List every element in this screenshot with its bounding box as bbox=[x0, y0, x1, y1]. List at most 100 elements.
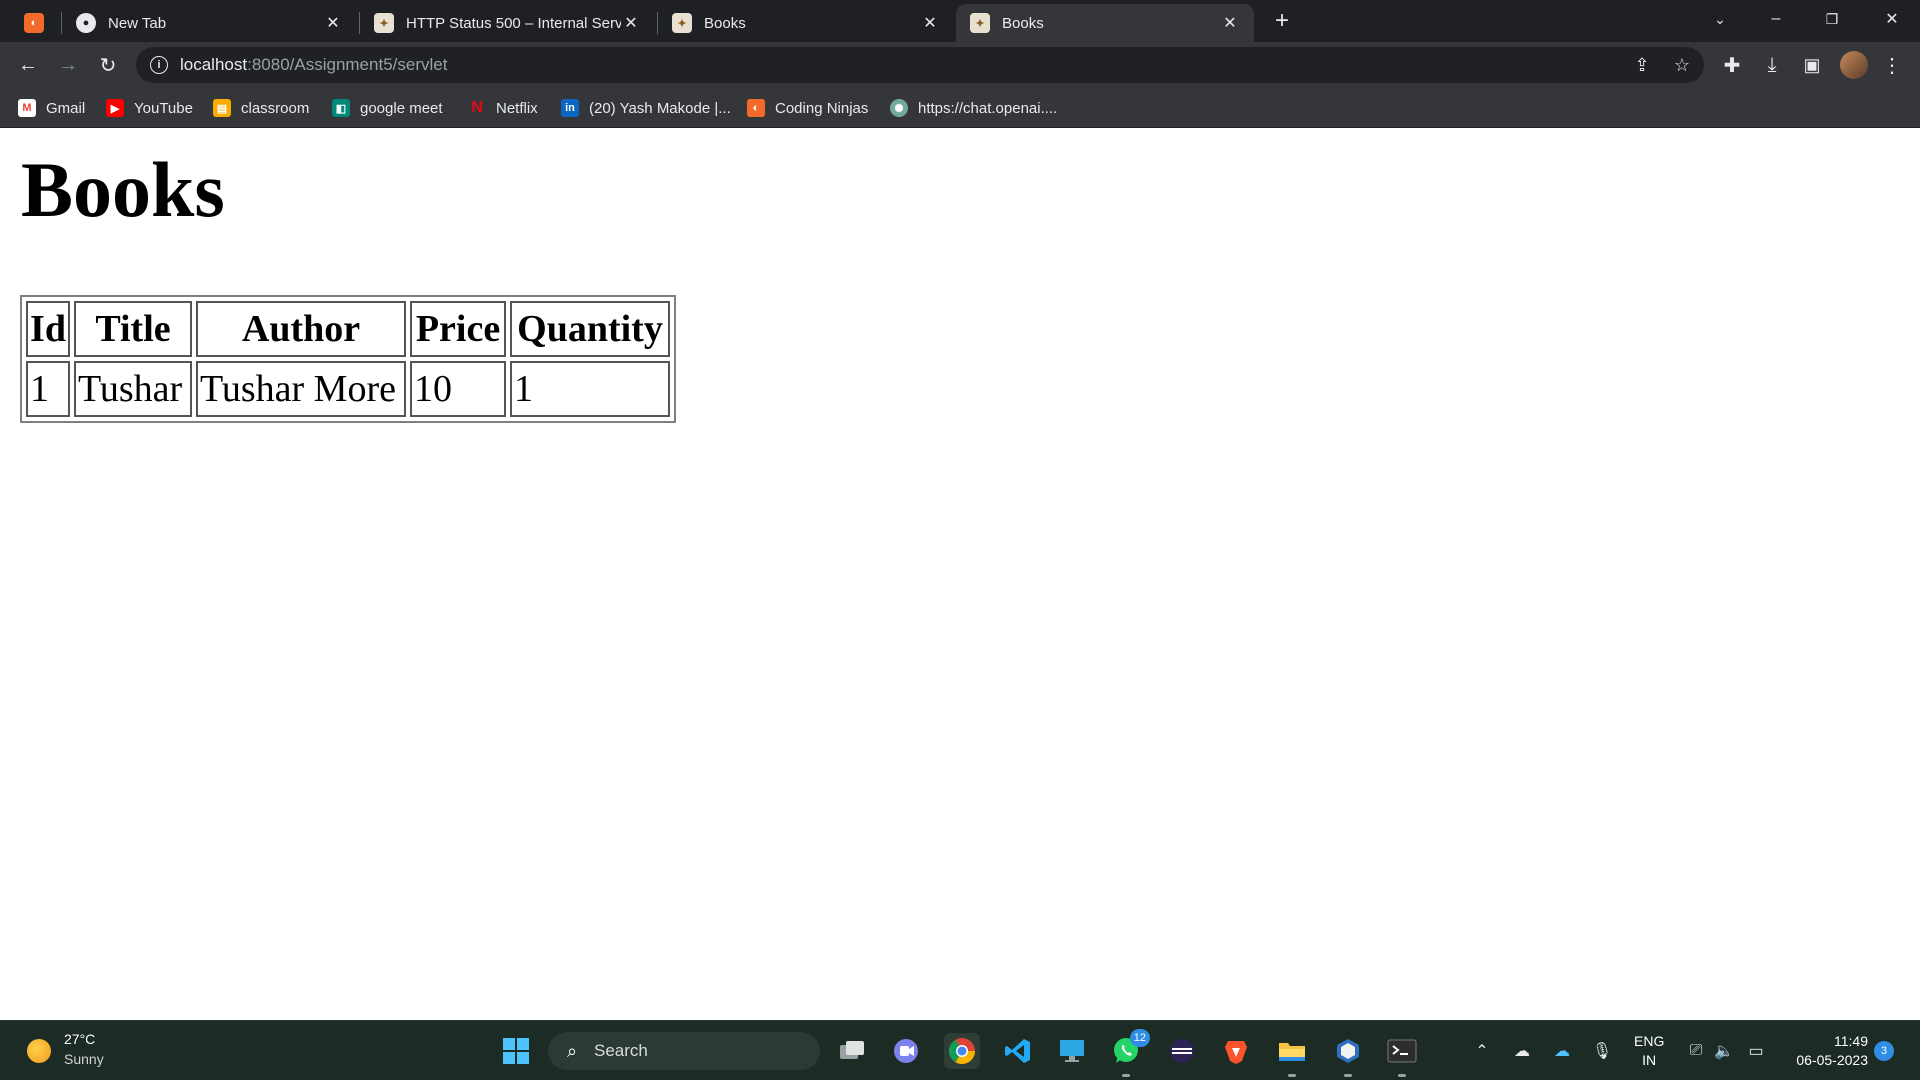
brave-icon bbox=[1225, 1041, 1247, 1064]
column-header-quantity: Quantity bbox=[510, 301, 670, 357]
openai-icon: ✺ bbox=[890, 99, 908, 117]
books-table: Id Title Author Price Quantity 1 Tushar … bbox=[20, 295, 676, 423]
gmail-icon: M bbox=[18, 99, 36, 117]
task-view-button[interactable] bbox=[834, 1033, 870, 1069]
tab-pinned[interactable]: ◐ bbox=[10, 4, 60, 42]
brave-button[interactable] bbox=[1218, 1033, 1254, 1069]
virtualbox-icon bbox=[1337, 1039, 1359, 1063]
input-language[interactable]: ENG IN bbox=[1634, 1032, 1664, 1070]
menu-icon[interactable]: ⋮ bbox=[1876, 49, 1908, 81]
tab-title: Books bbox=[1002, 14, 1044, 32]
bookmark-star-icon[interactable]: ☆ bbox=[1670, 53, 1694, 77]
file-explorer-button[interactable] bbox=[1274, 1033, 1310, 1077]
bookmark-linkedin[interactable]: in (20) Yash Makode |... bbox=[561, 97, 731, 119]
eclipse-icon bbox=[1170, 1039, 1194, 1063]
tab-books-1[interactable]: ✦ Books ✕ bbox=[658, 4, 954, 42]
classroom-icon: ▤ bbox=[213, 99, 231, 117]
meet-icon: ◧ bbox=[332, 99, 350, 117]
cell-quantity: 1 bbox=[510, 361, 670, 417]
remote-desktop-button[interactable] bbox=[1054, 1033, 1090, 1069]
address-bar[interactable]: i localhost :8080/Assignment5/servlet ⇪ … bbox=[136, 47, 1704, 83]
show-hidden-icons-chevron-up-icon[interactable]: ⌃ bbox=[1470, 1039, 1494, 1063]
back-button[interactable]: ← bbox=[12, 49, 44, 81]
reload-button[interactable]: ↻ bbox=[92, 49, 124, 81]
tab-title: HTTP Status 500 – Internal Server bbox=[406, 14, 621, 32]
battery-icon[interactable]: ▭ bbox=[1744, 1039, 1768, 1063]
tab-search-button[interactable]: ⌄ bbox=[1692, 0, 1748, 38]
close-icon[interactable]: ✕ bbox=[1220, 13, 1240, 33]
bookmarks-bar: M Gmail ▶ YouTube ▤ classroom ◧ google m… bbox=[0, 88, 1920, 128]
bookmark-youtube[interactable]: ▶ YouTube bbox=[106, 97, 193, 119]
column-header-title: Title bbox=[74, 301, 192, 357]
column-header-id: Id bbox=[26, 301, 70, 357]
close-icon[interactable]: ✕ bbox=[323, 13, 343, 33]
start-button[interactable] bbox=[498, 1033, 534, 1069]
bookmark-google-meet[interactable]: ◧ google meet bbox=[332, 97, 443, 119]
tomcat-icon: ✦ bbox=[672, 13, 692, 33]
search-label: Search bbox=[594, 1041, 648, 1060]
bookmark-gmail[interactable]: M Gmail bbox=[18, 97, 85, 119]
weather-condition[interactable]: Sunny bbox=[64, 1051, 104, 1067]
bookmark-netflix[interactable]: N Netflix bbox=[468, 97, 537, 119]
tab-books-active[interactable]: ✦ Books ✕ bbox=[956, 4, 1254, 42]
tomcat-icon: ✦ bbox=[970, 13, 990, 33]
folder-icon bbox=[1279, 1043, 1305, 1061]
volume-icon[interactable]: 🔈 bbox=[1712, 1039, 1736, 1063]
tomcat-icon: ✦ bbox=[374, 13, 394, 33]
bookmark-classroom[interactable]: ▤ classroom bbox=[213, 97, 309, 119]
whatsapp-button[interactable]: 12 bbox=[1108, 1029, 1150, 1077]
new-tab-button[interactable]: + bbox=[1266, 5, 1298, 37]
teams-chat-button[interactable] bbox=[888, 1033, 924, 1069]
tab-new-tab[interactable]: ● New Tab ✕ bbox=[62, 4, 357, 42]
chrome-icon: ● bbox=[76, 13, 96, 33]
share-icon[interactable]: ⇪ bbox=[1630, 53, 1654, 77]
chrome-icon bbox=[948, 1038, 976, 1065]
side-panel-icon[interactable]: ▣ bbox=[1796, 49, 1828, 81]
download-icon[interactable]: ⤓ bbox=[1756, 49, 1788, 81]
terminal-icon bbox=[1387, 1039, 1417, 1063]
tab-title: New Tab bbox=[108, 14, 167, 32]
clock-time: 11:49 bbox=[1834, 1033, 1868, 1049]
network-icon[interactable]: ⎚ bbox=[1684, 1039, 1708, 1063]
cell-price: 10 bbox=[410, 361, 506, 417]
extensions-icon[interactable]: ✚ bbox=[1716, 49, 1748, 81]
page-content: Books Id Title Author Price Quantity 1 T… bbox=[0, 129, 1920, 1020]
sun-icon[interactable] bbox=[27, 1039, 51, 1063]
site-info-icon[interactable]: i bbox=[150, 56, 168, 74]
whatsapp-unread-badge: 12 bbox=[1129, 1029, 1150, 1047]
tab-strip: ◐ ● New Tab ✕ ✦ HTTP Status 500 – Intern… bbox=[0, 0, 1920, 42]
clock-date: 06-05-2023 bbox=[1796, 1052, 1868, 1068]
close-window-button[interactable]: ✕ bbox=[1864, 0, 1920, 38]
onedrive-cloud-icon[interactable]: ☁ bbox=[1510, 1039, 1534, 1063]
close-icon[interactable]: ✕ bbox=[920, 13, 940, 33]
eclipse-button[interactable] bbox=[1164, 1033, 1200, 1069]
netflix-icon: N bbox=[471, 99, 483, 116]
taskbar: 27°C Sunny ⌕ Search 12 ⌃ ☁ ☁ 🎙 ENG IN ⎚ … bbox=[0, 1020, 1920, 1080]
virtualbox-button[interactable] bbox=[1330, 1033, 1366, 1077]
vscode-button[interactable] bbox=[1000, 1033, 1036, 1069]
bookmark-chatgpt[interactable]: ✺ https://chat.openai.... bbox=[890, 97, 1057, 119]
forward-button[interactable]: → bbox=[52, 49, 84, 81]
cell-author: Tushar More bbox=[196, 361, 406, 417]
chrome-taskbar-button[interactable] bbox=[944, 1033, 980, 1069]
page-title: Books bbox=[21, 146, 225, 233]
cell-title: Tushar bbox=[74, 361, 192, 417]
microphone-icon[interactable]: 🎙 bbox=[1590, 1039, 1614, 1063]
taskbar-search[interactable]: ⌕ Search bbox=[548, 1032, 820, 1070]
tab-http-500[interactable]: ✦ HTTP Status 500 – Internal Server ✕ bbox=[360, 4, 655, 42]
weather-temperature[interactable]: 27°C bbox=[64, 1031, 95, 1047]
terminal-button[interactable] bbox=[1384, 1033, 1420, 1077]
youtube-icon: ▶ bbox=[106, 99, 124, 117]
restore-button[interactable]: ❐ bbox=[1804, 0, 1860, 38]
close-icon[interactable]: ✕ bbox=[621, 13, 641, 33]
table-row: 1 Tushar Tushar More 10 1 bbox=[26, 361, 670, 417]
clock[interactable]: 11:49 06-05-2023 bbox=[1782, 1032, 1868, 1070]
notification-count-badge[interactable]: 3 bbox=[1874, 1041, 1894, 1061]
windows-icon bbox=[503, 1038, 529, 1064]
cell-id: 1 bbox=[26, 361, 70, 417]
minimize-button[interactable]: – bbox=[1748, 0, 1804, 38]
avatar[interactable] bbox=[1840, 51, 1868, 79]
onedrive-blue-cloud-icon[interactable]: ☁ bbox=[1550, 1039, 1574, 1063]
bookmark-coding-ninjas[interactable]: ◐ Coding Ninjas bbox=[747, 97, 868, 119]
coding-ninjas-icon: ◐ bbox=[24, 13, 44, 33]
